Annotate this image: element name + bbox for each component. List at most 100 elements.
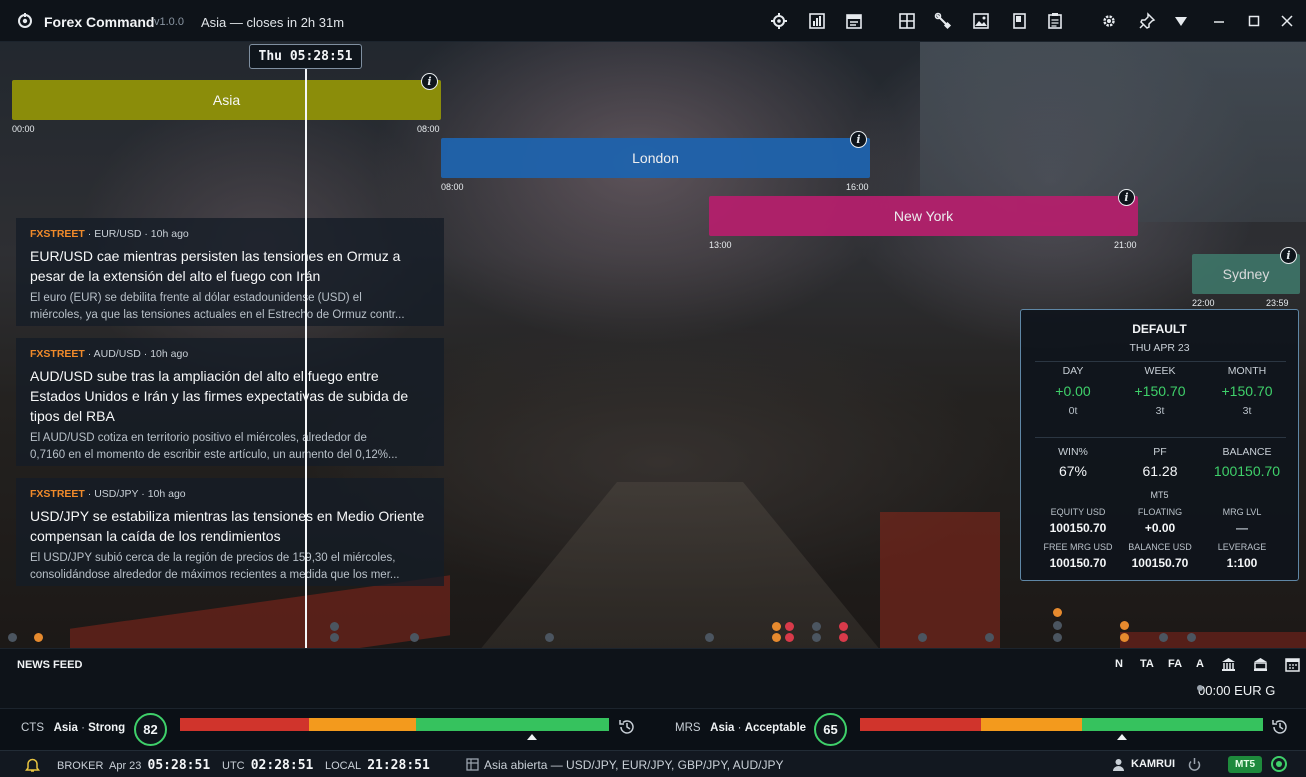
app-name: Forex Command — [44, 14, 155, 30]
pin-icon[interactable] — [1138, 12, 1156, 30]
current-time-cursor — [305, 62, 307, 648]
news-pair: USD/JPY — [94, 488, 139, 500]
settings-icon[interactable] — [1100, 12, 1118, 30]
maximize-icon[interactable] — [1245, 12, 1263, 30]
close-icon[interactable] — [1278, 12, 1296, 30]
stats-win-rate: WIN% 67% — [1058, 446, 1088, 479]
bell-icon[interactable] — [24, 756, 41, 773]
event-dot[interactable] — [34, 633, 43, 642]
event-dot[interactable] — [839, 622, 848, 631]
event-dot[interactable] — [785, 622, 794, 631]
current-time-label: Thu 05:28:51 — [249, 44, 362, 69]
tools-icon[interactable] — [934, 12, 952, 30]
event-dot[interactable] — [1053, 633, 1062, 642]
mrs-score: 65 — [814, 713, 847, 746]
central-bank-icon[interactable] — [1253, 657, 1268, 672]
event-dot[interactable] — [812, 633, 821, 642]
event-dot[interactable] — [839, 633, 848, 642]
news-age: 10h ago — [150, 348, 189, 360]
london-start-time: 08:00 — [441, 182, 464, 192]
asia-start-time: 00:00 — [12, 124, 35, 134]
news-item[interactable]: FXSTREET · EUR/USD · 10h ago EUR/USD cae… — [16, 218, 444, 326]
filter-all[interactable]: A — [1196, 658, 1204, 670]
open-session-pairs: Asia abierta — USD/JPY, EUR/JPY, GBP/JPY… — [484, 758, 784, 772]
stats-leverage: LEVERAGE 1:100 — [1217, 542, 1267, 570]
session-bar-new-york[interactable]: New York — [709, 196, 1138, 236]
event-dot[interactable] — [918, 633, 927, 642]
app-version: v1.0.0 — [154, 16, 184, 28]
chart-icon[interactable] — [808, 12, 826, 30]
cts-meter-marker — [527, 734, 537, 740]
dropdown-icon[interactable] — [1172, 12, 1190, 30]
cts-meter — [180, 718, 609, 731]
event-dot[interactable] — [1187, 633, 1196, 642]
london-info-icon[interactable]: i — [850, 131, 867, 148]
news-title: EUR/USD cae mientras persisten las tensi… — [30, 248, 401, 284]
broker-clock: BROKER Apr 23 05:28:51 — [57, 758, 211, 773]
event-dot[interactable] — [705, 633, 714, 642]
connection-status-icon — [1271, 756, 1287, 772]
utc-clock: UTC 02:28:51 — [222, 758, 314, 773]
mrs-meter — [860, 718, 1263, 731]
event-dot[interactable] — [1120, 633, 1129, 642]
account-stats-panel: DEFAULT THU APR 23 DAY +0.00 0t WEEK +15… — [1020, 309, 1299, 581]
event-dot[interactable] — [330, 633, 339, 642]
session-bar-asia[interactable]: Asia — [12, 80, 441, 120]
app-logo-icon — [18, 13, 32, 28]
session-countdown: Asia — closes in 2h 31m — [201, 15, 345, 30]
stats-equity: EQUITY USD 100150.70 — [1049, 507, 1107, 535]
user-icon — [1113, 759, 1124, 771]
news-source: FXSTREET — [30, 228, 85, 240]
event-dot[interactable] — [772, 622, 781, 631]
history-icon[interactable] — [1271, 718, 1289, 736]
event-dot[interactable] — [8, 633, 17, 642]
event-dot[interactable] — [410, 633, 419, 642]
sydney-info-icon[interactable]: i — [1280, 247, 1297, 264]
grid-icon[interactable] — [898, 12, 916, 30]
session-bar-london[interactable]: London — [441, 138, 870, 178]
news-pair: EUR/USD — [94, 228, 142, 240]
bank-icon[interactable] — [1221, 657, 1236, 672]
stats-balance: BALANCE 100150.70 — [1213, 446, 1281, 479]
news-feed-clock: 00:00 EUR G — [1198, 683, 1276, 698]
history-icon[interactable] — [618, 718, 636, 736]
minimize-icon[interactable] — [1210, 12, 1228, 30]
stats-profit-factor: PF 61.28 — [1142, 446, 1178, 479]
stats-profile-name: DEFAULT — [1132, 322, 1187, 336]
power-icon[interactable] — [1187, 757, 1202, 772]
filter-technical-analysis[interactable]: TA — [1140, 658, 1154, 670]
filter-fundamental-analysis[interactable]: FA — [1168, 658, 1182, 670]
news-item[interactable]: FXSTREET · USD/JPY · 10h ago USD/JPY se … — [16, 478, 444, 586]
title-bar: Forex Command v1.0.0 Asia — closes in 2h… — [0, 0, 1306, 42]
user-name: KAMRUI — [1131, 758, 1175, 770]
event-dot[interactable] — [985, 633, 994, 642]
platform-badge[interactable]: MT5 — [1228, 756, 1262, 773]
event-dot[interactable] — [545, 633, 554, 642]
stats-week: WEEK +150.70 3t — [1134, 365, 1186, 417]
news-feed-bar: NEWS FEED N TA FA A 00:00 EUR G — [0, 648, 1306, 708]
new-york-info-icon[interactable]: i — [1118, 189, 1135, 206]
event-dot[interactable] — [330, 622, 339, 631]
news-title: USD/JPY se estabiliza mientras las tensi… — [30, 508, 425, 544]
asia-info-icon[interactable]: i — [421, 73, 438, 90]
book-icon[interactable] — [1010, 12, 1028, 30]
news-age: 10h ago — [147, 488, 186, 500]
calendar-icon[interactable] — [845, 12, 863, 30]
event-dot[interactable] — [812, 622, 821, 631]
news-body: El USD/JPY subió cerca de la región de p… — [30, 552, 400, 581]
news-item[interactable]: FXSTREET · AUD/USD · 10h ago AUD/USD sub… — [16, 338, 444, 466]
notes-icon[interactable] — [1046, 12, 1064, 30]
image-icon[interactable] — [972, 12, 990, 30]
sessions-icon[interactable] — [770, 12, 788, 30]
stats-day: DAY +0.00 0t — [1055, 365, 1091, 417]
event-dot[interactable] — [1053, 621, 1062, 630]
event-dot[interactable] — [1159, 633, 1168, 642]
session-pairs-icon — [466, 758, 479, 771]
filter-news[interactable]: N — [1115, 658, 1123, 670]
event-dot[interactable] — [772, 633, 781, 642]
cts-summary: CTS Asia · Strong — [21, 722, 126, 734]
calendar-filter-icon[interactable] — [1285, 657, 1300, 672]
event-dot[interactable] — [1120, 621, 1129, 630]
event-dot[interactable] — [1053, 608, 1062, 617]
event-dot[interactable] — [785, 633, 794, 642]
